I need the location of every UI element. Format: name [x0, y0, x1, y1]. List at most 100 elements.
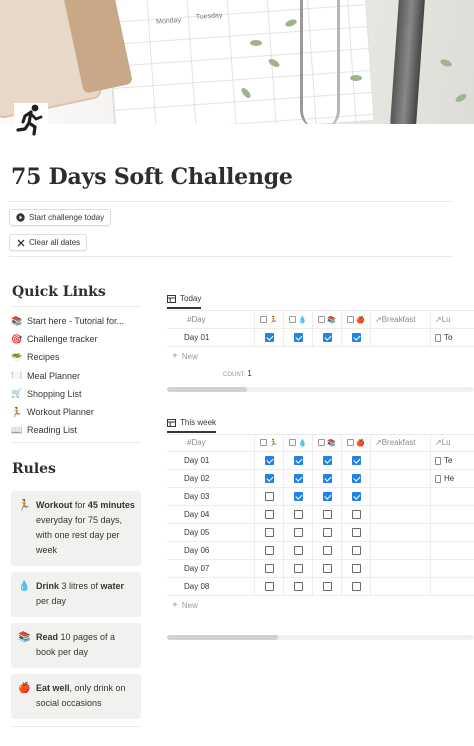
checkbox[interactable] [293, 564, 303, 573]
breakfast-cell[interactable] [371, 578, 431, 595]
lunch-cell[interactable] [431, 578, 474, 595]
breakfast-cell[interactable] [371, 542, 431, 559]
table-row[interactable]: Day 04 [167, 506, 474, 524]
scrollbar-thumb[interactable] [167, 387, 247, 392]
day-cell[interactable]: Day 01 [167, 452, 255, 469]
week-scrollbar[interactable] [167, 635, 474, 640]
checkbox[interactable] [293, 582, 303, 591]
new-row-button[interactable]: + New [167, 347, 474, 365]
quick-link-meal-planner[interactable]: 🍽️ Meal Planner [11, 367, 141, 385]
checkbox[interactable] [322, 474, 332, 483]
checkbox[interactable] [264, 582, 274, 591]
table-row[interactable]: Day 01 To [167, 329, 474, 347]
table-row[interactable]: Day 08 [167, 578, 474, 596]
lunch-cell[interactable]: He [431, 470, 474, 487]
day-cell[interactable]: Day 01 [167, 329, 255, 346]
checkbox[interactable] [264, 492, 274, 501]
checkbox[interactable] [351, 546, 361, 555]
checkbox[interactable] [293, 474, 303, 483]
table-row[interactable]: Day 07 [167, 560, 474, 578]
lunch-cell[interactable] [431, 560, 474, 577]
column-header-checkbox[interactable]: 🍎 [342, 311, 371, 328]
checkbox[interactable] [264, 564, 274, 573]
checkbox[interactable] [264, 528, 274, 537]
checkbox[interactable] [351, 564, 361, 573]
tab-today[interactable]: Today [167, 294, 202, 309]
breakfast-cell[interactable] [371, 452, 431, 469]
checkbox[interactable] [322, 582, 332, 591]
lunch-cell[interactable] [431, 524, 474, 541]
column-header-breakfast[interactable]: ↗ Breakfast [371, 311, 431, 328]
checkbox[interactable] [322, 510, 332, 519]
column-header-checkbox[interactable]: 📚 [313, 434, 342, 451]
clear-dates-button[interactable]: Clear all dates [9, 234, 88, 251]
quick-link-challenge-tracker[interactable]: 🎯 Challenge tracker [11, 330, 141, 348]
day-cell[interactable]: Day 07 [167, 560, 255, 577]
table-row[interactable]: Day 03 [167, 488, 474, 506]
checkbox[interactable] [264, 510, 274, 519]
today-scrollbar[interactable] [167, 387, 474, 392]
checkbox[interactable] [322, 546, 332, 555]
checkbox[interactable] [293, 510, 303, 519]
quick-link-workout-planner[interactable]: 🏃 Workout Planner [11, 403, 141, 421]
tab-this-week[interactable]: This week [167, 418, 217, 433]
checkbox[interactable] [293, 333, 303, 342]
new-row-button[interactable]: + New [167, 596, 474, 614]
count-aggregate[interactable]: COUNT 1 [223, 369, 252, 378]
checkbox[interactable] [322, 528, 332, 537]
checkbox[interactable] [351, 492, 361, 501]
checkbox[interactable] [351, 456, 361, 465]
column-header-breakfast[interactable]: ↗ Breakfast [371, 434, 431, 451]
checkbox[interactable] [351, 582, 361, 591]
table-row[interactable]: Day 06 [167, 542, 474, 560]
quick-link-shopping-list[interactable]: 🛒 Shopping List [11, 385, 141, 403]
table-row[interactable]: Day 01 Te [167, 452, 474, 470]
checkbox[interactable] [293, 528, 303, 537]
column-header-day[interactable]: # Day [167, 311, 255, 328]
breakfast-cell[interactable] [371, 329, 431, 346]
checkbox[interactable] [351, 528, 361, 537]
breakfast-cell[interactable] [371, 524, 431, 541]
checkbox[interactable] [322, 492, 332, 501]
column-header-day[interactable]: # Day [167, 434, 255, 451]
day-cell[interactable]: Day 03 [167, 488, 255, 505]
checkbox[interactable] [264, 474, 274, 483]
start-challenge-button[interactable]: Start challenge today [9, 209, 112, 226]
day-cell[interactable]: Day 02 [167, 470, 255, 487]
table-row[interactable]: Day 05 [167, 524, 474, 542]
checkbox[interactable] [322, 456, 332, 465]
lunch-cell[interactable]: Te [431, 452, 474, 469]
checkbox[interactable] [322, 333, 332, 342]
column-header-checkbox[interactable]: 💧 [284, 434, 313, 451]
checkbox[interactable] [351, 510, 361, 519]
lunch-cell[interactable] [431, 542, 474, 559]
day-cell[interactable]: Day 06 [167, 542, 255, 559]
day-cell[interactable]: Day 04 [167, 506, 255, 523]
lunch-cell[interactable] [431, 488, 474, 505]
checkbox[interactable] [351, 474, 361, 483]
day-cell[interactable]: Day 05 [167, 524, 255, 541]
day-cell[interactable]: Day 08 [167, 578, 255, 595]
table-row[interactable]: Day 02 He [167, 470, 474, 488]
column-header-lunch[interactable]: ↗ Lu [431, 311, 474, 328]
checkbox[interactable] [264, 456, 274, 465]
checkbox[interactable] [322, 564, 332, 573]
checkbox[interactable] [351, 333, 361, 342]
quick-link-recipes[interactable]: 🥗 Recipes [11, 348, 141, 366]
breakfast-cell[interactable] [371, 560, 431, 577]
column-header-checkbox[interactable]: 🏃 [255, 434, 284, 451]
column-header-checkbox[interactable]: 📚 [313, 311, 342, 328]
checkbox[interactable] [293, 492, 303, 501]
scrollbar-thumb[interactable] [167, 635, 278, 640]
column-header-checkbox[interactable]: 🏃 [255, 311, 284, 328]
quick-link-reading-list[interactable]: 📖 Reading List [11, 421, 141, 439]
checkbox[interactable] [293, 456, 303, 465]
running-person-icon[interactable] [14, 103, 48, 137]
column-header-lunch[interactable]: ↗ Lu [431, 434, 474, 451]
breakfast-cell[interactable] [371, 470, 431, 487]
checkbox[interactable] [264, 333, 274, 342]
column-header-checkbox[interactable]: 🍎 [342, 434, 371, 451]
lunch-cell[interactable] [431, 506, 474, 523]
breakfast-cell[interactable] [371, 506, 431, 523]
checkbox[interactable] [293, 546, 303, 555]
